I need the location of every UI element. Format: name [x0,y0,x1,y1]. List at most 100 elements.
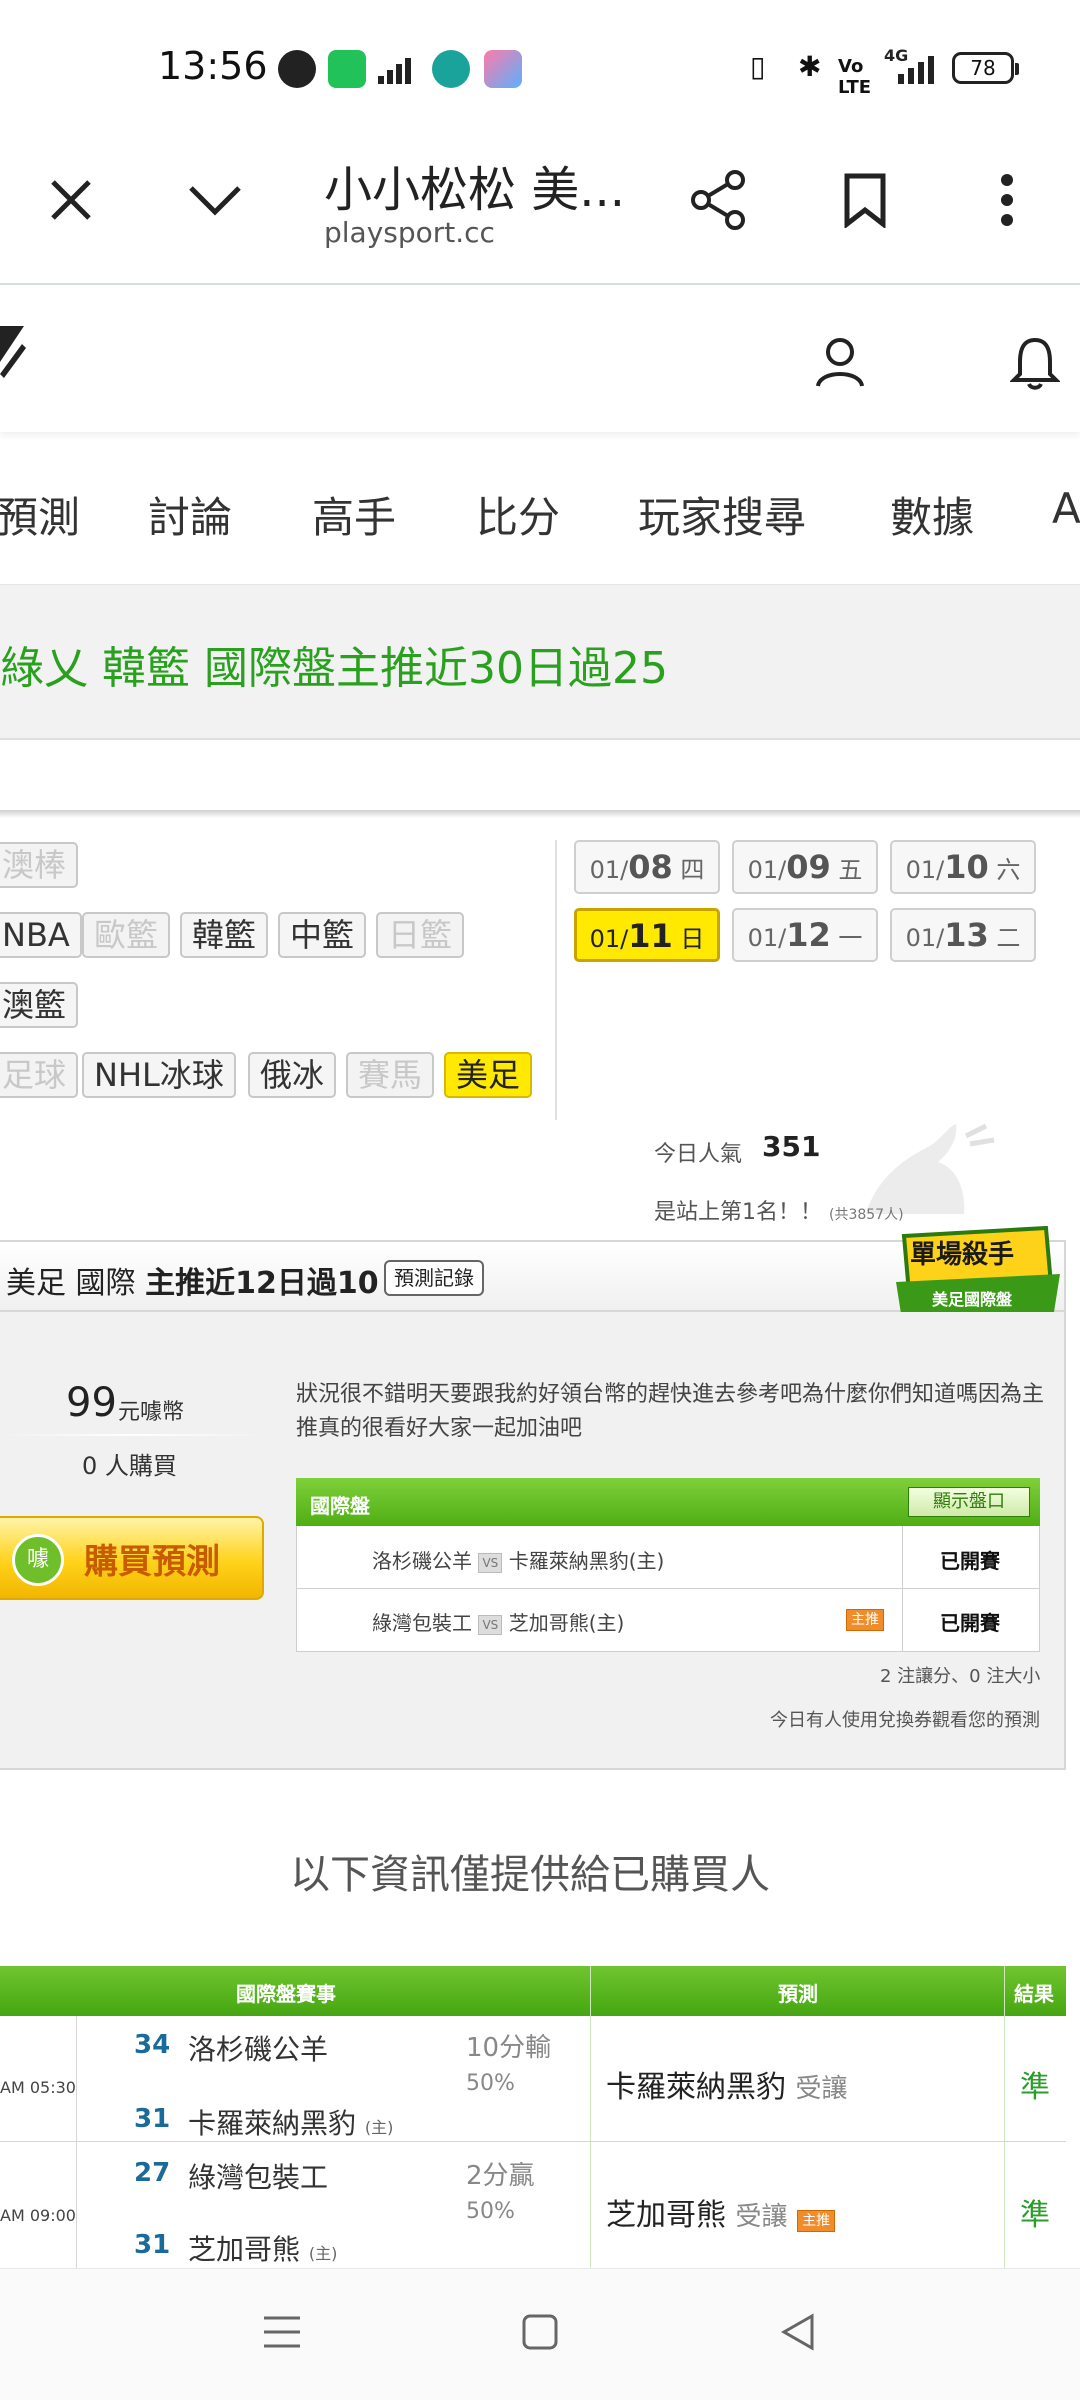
odds-row-divider [296,1588,1040,1589]
badge-title: 單場殺手 [910,1240,1015,1270]
date-weekday: 五 [838,856,863,884]
col-divider [1004,1966,1005,2268]
line-outcome: 2分贏 [466,2161,535,2191]
line-percent: 50% [466,2071,515,2096]
date-0113[interactable]: 01/13 二 [890,908,1036,962]
sport-chip-nba[interactable]: NBA [0,912,82,958]
nav-item-experts[interactable]: 高手 [312,484,396,545]
home-tag: (主) [364,2118,394,2137]
sport-chip-soccer[interactable]: 足球 [0,1052,79,1098]
buyers-only-notice: 以下資訊僅提供給已購買人 [290,1852,770,1898]
line-outcome: 10分輸 [466,2033,552,2063]
more-options-icon[interactable] [972,165,1042,235]
card-title: 美足 國際 主推近12日過10 [6,1258,379,1302]
odds-table-title: 國際盤 [310,1494,370,1518]
sport-chip-china-basketball[interactable]: 中籃 [278,912,367,958]
sport-chip-aus-basketball[interactable]: 澳籃 [0,982,79,1028]
price-value: 99 [66,1380,117,1426]
bell-icon[interactable] [1009,334,1061,394]
date-month: 01/ [905,924,945,952]
nav-item-predict[interactable]: 預測 [0,484,80,545]
date-day: 11 [628,917,673,955]
date-weekday: 六 [996,856,1021,884]
sport-chip-japan-basketball[interactable]: 日籃 [376,912,465,958]
prediction-pick: 芝加哥熊 受讓 主推 [606,2190,836,2234]
bookmark-icon[interactable] [830,165,900,235]
date-0111[interactable]: 01/11 日 [574,908,720,962]
header-event: 國際盤賽事 [236,1982,336,2006]
nav-item-player-search[interactable]: 玩家搜尋 [638,484,806,545]
vs-badge: VS [478,1614,503,1635]
date-day: 09 [786,848,831,886]
page-url: playsport.cc [324,216,495,249]
sport-chip-euro-basketball[interactable]: 歐籃 [82,912,171,958]
nav-item-stats[interactable]: 數據 [890,484,974,545]
menu-icon[interactable] [262,2312,302,2356]
col-divider [76,2016,77,2268]
date-0110[interactable]: 01/10 六 [890,840,1036,894]
prediction-record-button[interactable]: 預測記錄 [384,1260,484,1296]
home-team: 卡羅萊納黑豹(主) [508,1549,665,1573]
bet-summary: 2 注讓分、0 注大小 [880,1666,1041,1687]
game-time: AM 05:30 [0,2078,76,2097]
popularity-rank: 是站上第1名！！ (共3857人) [654,1194,904,1226]
line-result: 2分贏 50% [466,2158,535,2230]
home-icon[interactable] [520,2312,560,2356]
nav-item-discuss[interactable]: 討論 [148,484,232,545]
sport-chip-horse-racing[interactable]: 賽馬 [346,1052,435,1098]
home-team-name: 卡羅萊納黑豹 [188,2107,357,2140]
price-unit: 元噱幣 [118,1400,185,1425]
card-league: 美足 國際 [6,1266,136,1301]
date-month: 01/ [747,924,787,952]
result-mark: 準 [1020,2070,1050,2105]
date-day: 08 [628,848,673,886]
app-icon-green [328,50,366,88]
user-icon[interactable] [812,334,868,394]
section-divider [0,810,1080,818]
date-weekday: 一 [838,924,863,952]
sport-chip-aus-baseball[interactable]: 澳棒 [0,842,79,888]
rank-total: (共3857人) [829,1207,904,1223]
date-0112[interactable]: 01/12 一 [732,908,878,962]
date-0109[interactable]: 01/09 五 [732,840,878,894]
signal-chart-icon [378,56,418,90]
back-icon[interactable] [778,2312,818,2356]
home-tag: (主) [308,2244,338,2263]
share-icon[interactable] [684,165,754,235]
popularity-label: 今日人氣 [654,1142,743,1167]
site-logo-icon[interactable] [0,322,30,386]
date-weekday: 日 [680,925,705,953]
sport-chip-korea-basketball[interactable]: 韓籃 [180,912,269,958]
chevron-down-icon[interactable] [180,165,250,235]
header-result: 結果 [1014,1982,1054,2006]
nav-item-scores[interactable]: 比分 [476,484,560,545]
header-prediction: 預測 [778,1982,818,2006]
results-table-header [0,1966,1066,2016]
sport-chip-khl[interactable]: 俄冰 [248,1052,337,1098]
vs-badge: VS [478,1552,503,1573]
volte-icon: Vo LTE [838,56,872,98]
site-header [0,287,1080,432]
sport-chip-nhl[interactable]: NHL冰球 [82,1052,236,1098]
odds-game-2: 綠灣包裝工 VS 芝加哥熊(主) [372,1607,624,1636]
pick-type: 受讓 [735,2202,788,2232]
odds-game-1: 洛杉磯公羊 VS 卡羅萊納黑豹(主) [372,1545,664,1574]
away-team: 綠灣包裝工 [372,1611,472,1635]
home-team: 卡羅萊納黑豹 (主) [188,2102,393,2142]
sport-chip-us-football[interactable]: 美足 [444,1052,533,1098]
date-weekday: 四 [680,856,705,884]
date-day: 10 [944,848,989,886]
single-game-killer-badge: 單場殺手 美足國際盤 [896,1226,1060,1322]
date-day: 13 [944,916,989,954]
pick-type: 受讓 [795,2074,848,2104]
nav-item-more[interactable]: A [1052,484,1080,533]
filter-divider [555,840,557,1120]
price-divider [0,1434,270,1436]
away-team: 洛杉磯公羊 [372,1549,472,1573]
result-mark: 準 [1020,2198,1050,2233]
date-0108[interactable]: 01/08 四 [574,840,720,894]
pick-team: 芝加哥熊 [606,2198,726,2233]
close-icon[interactable] [36,165,106,235]
show-odds-button[interactable]: 顯示盤口 [908,1487,1030,1517]
main-pick-badge: 主推 [797,2210,836,2232]
